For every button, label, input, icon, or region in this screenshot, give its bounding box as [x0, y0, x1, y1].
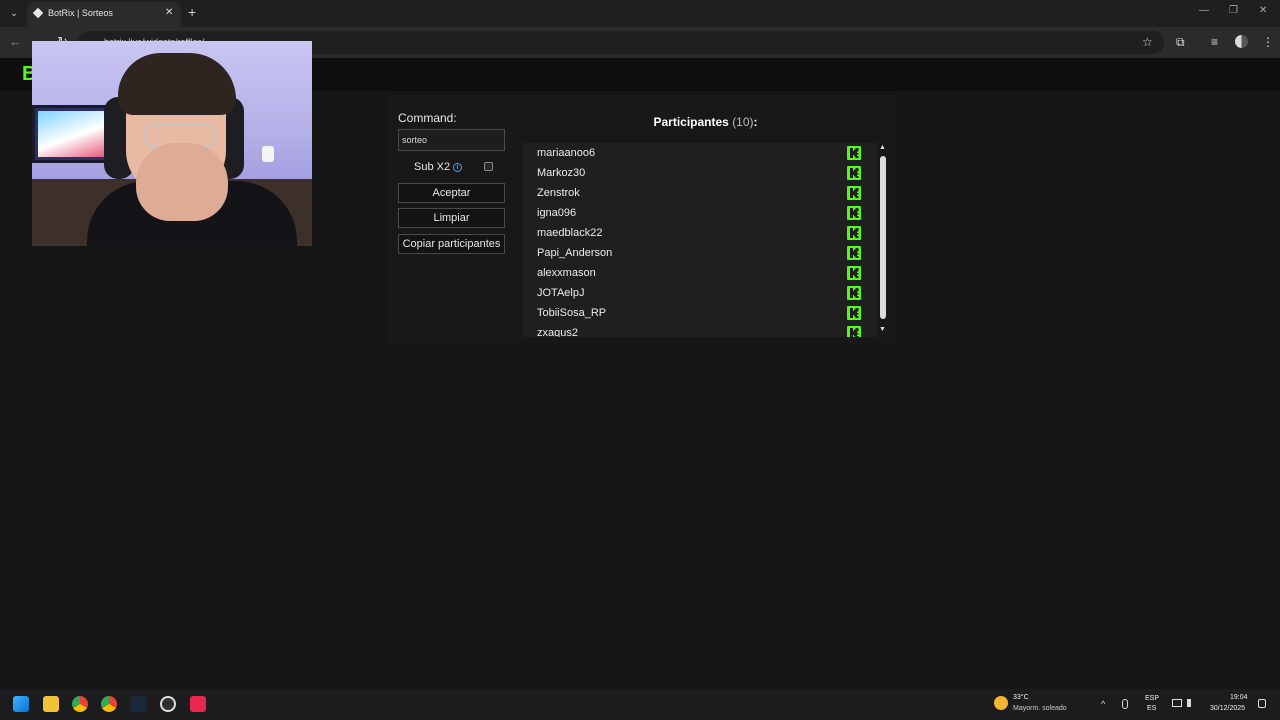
weather-desc: Mayorm. soleado: [1013, 705, 1067, 712]
tab-close-icon[interactable]: ✕: [165, 7, 173, 18]
participant-row[interactable]: JOTAelpJ: [522, 283, 878, 303]
webcam-person-hair: [118, 53, 236, 115]
webcam-overlay: [32, 41, 312, 246]
participants-colon: :: [753, 115, 758, 129]
sub-x2-label: Sub X2: [414, 161, 451, 173]
window-close-button[interactable]: ✕: [1259, 5, 1267, 16]
bookmark-star-icon[interactable]: ☆: [1142, 35, 1153, 49]
screen: ⌄ BotRix | Sorteos ✕ + — ❐ ✕ ← → ↻ botri…: [0, 0, 1280, 720]
kick-icon: [847, 166, 861, 180]
participant-row[interactable]: Papi_Anderson: [522, 243, 878, 263]
participant-row[interactable]: Zenstrok: [522, 183, 878, 203]
info-icon[interactable]: i: [453, 163, 462, 172]
kick-icon: [847, 146, 861, 160]
clock-date[interactable]: 30/12/2025: [1210, 705, 1245, 712]
clear-button[interactable]: Limpiar: [398, 208, 505, 228]
network-icon[interactable]: [1172, 699, 1182, 707]
notifications-icon[interactable]: [1258, 699, 1266, 708]
kick-icon: [847, 226, 861, 240]
participant-name: TobiiSosa_RP: [537, 307, 607, 319]
profile-avatar[interactable]: [1235, 35, 1248, 48]
scroll-down-arrow[interactable]: ▼: [879, 326, 886, 333]
kick-icon: [847, 246, 861, 260]
participant-name: Papi_Anderson: [537, 247, 613, 259]
windows-taskbar: 33°C Mayorm. soleado ^ ESP ES 19:04 30/1…: [0, 689, 1280, 720]
participants-title: Participantes: [653, 115, 729, 129]
webcam-hand: [136, 143, 228, 221]
chrome-icon[interactable]: [72, 696, 88, 712]
participant-name: alexxmason: [537, 267, 596, 279]
microphone-icon[interactable]: [1122, 699, 1128, 709]
clock-time[interactable]: 19:04: [1230, 694, 1248, 701]
participant-row[interactable]: alexxmason: [522, 263, 878, 283]
participant-name: Zenstrok: [537, 187, 580, 199]
participant-name: JOTAelpJ: [537, 287, 585, 299]
participants-list[interactable]: mariaanoo6 Markoz30 Zenstrok igna096 maedbla…: [522, 143, 878, 337]
participant-row[interactable]: TobiiSosa_RP: [522, 303, 878, 323]
participant-row[interactable]: igna096: [522, 203, 878, 223]
accept-button[interactable]: Aceptar: [398, 183, 505, 203]
tray-chevron-icon[interactable]: ^: [1101, 699, 1105, 709]
copy-participants-button[interactable]: Copiar participantes: [398, 234, 505, 254]
restore-button[interactable]: ❐: [1229, 5, 1238, 16]
command-label: Command:: [398, 111, 457, 125]
participant-row[interactable]: mariaanoo6: [522, 143, 878, 163]
participant-row[interactable]: maedblack22: [522, 223, 878, 243]
volume-icon[interactable]: [1187, 699, 1195, 707]
kick-icon: [847, 326, 861, 337]
back-button[interactable]: ←: [9, 34, 22, 49]
participants-scrollbar[interactable]: ▲ ▼: [878, 143, 888, 337]
tab-botrix-sorteos[interactable]: BotRix | Sorteos ✕: [27, 2, 181, 27]
kick-icon: [847, 186, 861, 200]
participant-name: igna096: [537, 207, 577, 219]
language-bottom[interactable]: ES: [1147, 705, 1156, 712]
extensions-icon[interactable]: ⧉: [1176, 35, 1185, 50]
browser-menu-icon[interactable]: ⋮: [1262, 35, 1274, 49]
windows-start-icon[interactable]: [13, 696, 29, 712]
command-input[interactable]: [398, 129, 505, 151]
participant-name: Markoz30: [537, 167, 586, 179]
kick-icon: [847, 266, 861, 280]
webcam-monitor: [32, 105, 110, 163]
minimize-button[interactable]: —: [1199, 5, 1209, 16]
obs-icon[interactable]: [160, 696, 176, 712]
kick-icon: [847, 206, 861, 220]
participant-row[interactable]: zxagus2: [522, 323, 878, 337]
weather-sun-icon[interactable]: [994, 696, 1008, 710]
sub-x2-checkbox[interactable]: [484, 162, 493, 171]
new-tab-button[interactable]: +: [188, 4, 196, 20]
participants-count: (10): [732, 115, 754, 129]
webcam-lamp: [262, 146, 274, 162]
kick-icon: [847, 306, 861, 320]
kick-icon: [847, 286, 861, 300]
chrome-profile-icon[interactable]: [101, 696, 117, 712]
file-explorer-icon[interactable]: [43, 696, 59, 712]
steam-icon[interactable]: [130, 696, 146, 712]
scrollbar-thumb[interactable]: [880, 156, 886, 319]
tab-title: BotRix | Sorteos: [48, 8, 113, 18]
botrix-favicon-icon: [32, 7, 44, 19]
participant-name: zxagus2: [537, 327, 578, 337]
browser-tabstrip: ⌄ BotRix | Sorteos ✕ + — ❐ ✕: [0, 0, 1280, 27]
participant-name: maedblack22: [537, 227, 603, 239]
scroll-up-arrow[interactable]: ▲: [879, 144, 886, 151]
weather-temp: 33°C: [1013, 694, 1029, 701]
tiktok-icon[interactable]: [190, 696, 206, 712]
participants-heading: Participantes (10):: [522, 115, 889, 129]
language-top[interactable]: ESP: [1145, 695, 1159, 702]
tab-search-icon[interactable]: ⌄: [6, 6, 22, 22]
participant-row[interactable]: Markoz30: [522, 163, 878, 183]
media-control-icon[interactable]: ≡: [1211, 35, 1218, 49]
participant-name: mariaanoo6: [537, 147, 596, 159]
